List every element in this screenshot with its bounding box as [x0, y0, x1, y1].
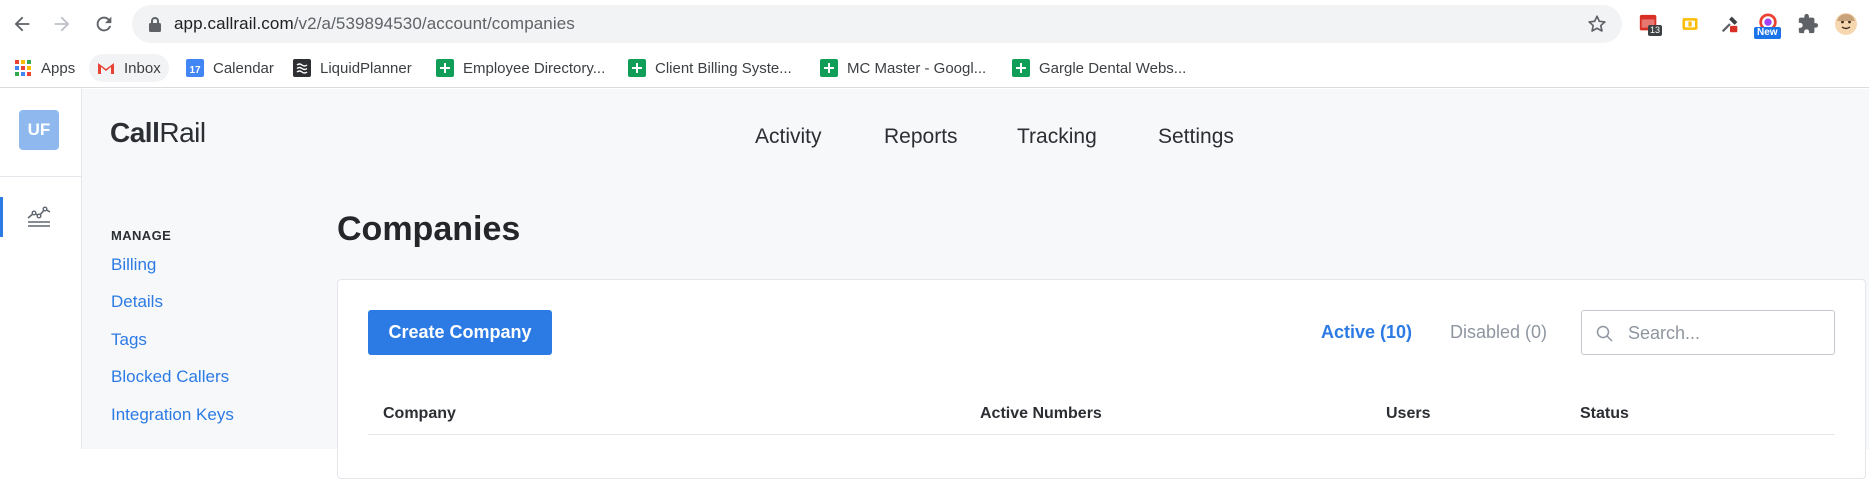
color-ext-icon[interactable]: New	[1754, 12, 1781, 39]
filter-disabled[interactable]: Disabled (0)	[1450, 322, 1547, 343]
companies-card: Create Company Active (10) Disabled (0) …	[337, 279, 1866, 479]
calendar-icon: 17	[186, 59, 204, 77]
bookmark-employee-directory[interactable]: Employee Directory...	[428, 54, 613, 82]
bookmark-label: Inbox	[124, 59, 161, 77]
user-avatar[interactable]: UF	[19, 110, 59, 150]
sheets-icon	[820, 59, 838, 77]
calendar-ext-badge: 13	[1648, 25, 1663, 36]
coupon-ext-icon[interactable]	[1678, 12, 1702, 36]
bookmarks-bar: Apps Inbox 17 Calendar LiquidPlanner Emp…	[0, 48, 1869, 88]
arrow-right-icon	[54, 16, 70, 32]
star-icon[interactable]	[1586, 13, 1608, 35]
bookmark-label: Employee Directory...	[463, 59, 606, 77]
bookmark-label: Client Billing Syste...	[655, 59, 792, 77]
bookmark-liquidplanner[interactable]: LiquidPlanner	[285, 54, 420, 82]
bookmark-label: MC Master - Googl...	[847, 59, 987, 77]
bookmark-label: Apps	[41, 59, 76, 77]
forward-button[interactable]	[48, 10, 76, 38]
bookmark-label: Gargle Dental Webs...	[1039, 59, 1187, 77]
reload-button[interactable]	[90, 10, 118, 38]
bookmark-inbox[interactable]: Inbox	[89, 54, 169, 82]
bookmark-client-billing[interactable]: Client Billing Syste...	[620, 54, 800, 82]
sidebar-link-billing[interactable]: Billing	[111, 255, 156, 275]
profile-avatar-icon[interactable]	[1834, 12, 1858, 36]
url-host: app.callrail.com	[174, 14, 294, 33]
logo-part-call: Call	[110, 117, 160, 148]
table-header-divider	[368, 434, 1835, 435]
nav-activity[interactable]: Activity	[755, 125, 822, 149]
puzzle-icon[interactable]	[1796, 12, 1820, 36]
url-path: /v2/a/539894530/account/companies	[293, 14, 575, 33]
new-badge: New	[1754, 27, 1781, 39]
bookmark-gargle-dental[interactable]: Gargle Dental Webs...	[1004, 54, 1194, 82]
sheets-icon	[436, 59, 454, 77]
bookmark-apps[interactable]: Apps	[6, 54, 83, 82]
sidebar-heading: MANAGE	[111, 228, 172, 243]
bookmark-label: Calendar	[213, 59, 274, 77]
sheets-icon	[1012, 59, 1030, 77]
reload-icon	[96, 16, 112, 32]
analytics-chart-icon[interactable]	[26, 204, 52, 230]
eyedropper-ext-icon[interactable]	[1718, 12, 1742, 36]
sheets-icon	[628, 59, 646, 77]
column-header-status[interactable]: Status	[1580, 405, 1629, 423]
calendar-ext-icon[interactable]: 13	[1637, 12, 1663, 36]
bookmark-label: LiquidPlanner	[320, 59, 412, 77]
column-header-active-numbers[interactable]: Active Numbers	[980, 405, 1102, 423]
filter-active[interactable]: Active (10)	[1321, 322, 1412, 343]
search-placeholder: Search...	[1628, 323, 1701, 343]
create-company-button[interactable]: Create Company	[368, 310, 552, 355]
liquidplanner-icon	[293, 59, 311, 77]
bookmark-calendar[interactable]: 17 Calendar	[178, 54, 282, 82]
logo-part-rail: Rail	[159, 117, 206, 148]
sidebar-link-details[interactable]: Details	[111, 292, 163, 312]
back-button[interactable]	[8, 10, 36, 38]
column-header-company[interactable]: Company	[383, 405, 456, 423]
rail-divider	[0, 176, 82, 177]
nav-settings[interactable]: Settings	[1158, 125, 1234, 149]
sidebar-link-tags[interactable]: Tags	[111, 330, 147, 350]
page-title: Companies	[337, 210, 521, 248]
nav-tracking[interactable]: Tracking	[1017, 125, 1097, 149]
address-bar[interactable]: app.callrail.com/v2/a/539894530/account/…	[132, 5, 1622, 43]
search-input[interactable]: Search...	[1581, 310, 1835, 355]
browser-toolbar: app.callrail.com/v2/a/539894530/account/…	[0, 0, 1869, 48]
arrow-left-icon	[14, 16, 30, 32]
gmail-icon	[98, 63, 114, 74]
nav-reports[interactable]: Reports	[884, 125, 958, 149]
url-text: app.callrail.com/v2/a/539894530/account/…	[174, 14, 575, 34]
left-rail: UF	[0, 89, 82, 449]
callrail-app: UF CallRail Activity Reports Tracking Se…	[0, 89, 1869, 479]
bookmark-mc-master[interactable]: MC Master - Googl...	[812, 54, 994, 82]
column-header-users[interactable]: Users	[1386, 405, 1430, 423]
sidebar-link-integration-keys[interactable]: Integration Keys	[111, 405, 234, 425]
rail-active-indicator	[0, 197, 3, 237]
apps-grid-icon	[15, 60, 31, 76]
search-icon	[1596, 325, 1613, 342]
callrail-logo[interactable]: CallRail	[110, 117, 206, 149]
lock-icon	[149, 17, 161, 32]
sidebar-link-blocked-callers[interactable]: Blocked Callers	[111, 367, 229, 387]
